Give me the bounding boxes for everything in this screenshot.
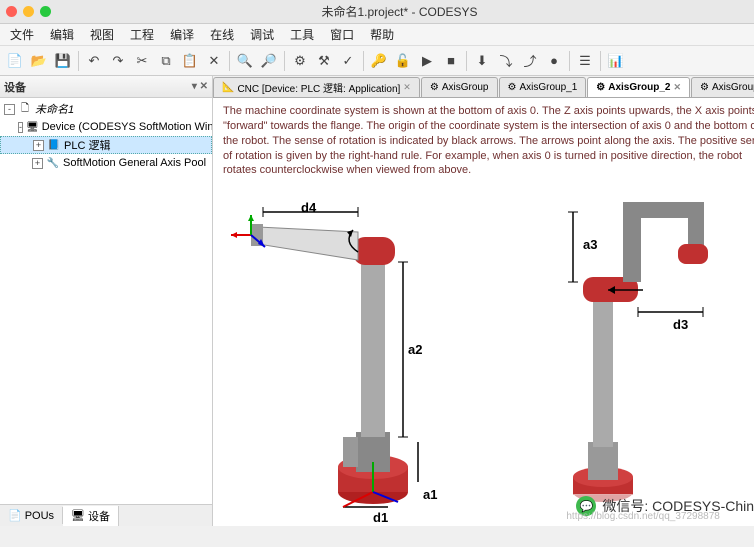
device-icon: 🖥	[26, 120, 39, 134]
clean-button[interactable]: ✓	[337, 50, 359, 72]
robot-diagram: d4 a2 d1 a1	[213, 182, 754, 526]
paste-button[interactable]: 📋	[179, 50, 201, 72]
menu-edit[interactable]: 编辑	[44, 24, 80, 45]
project-icon: 🗋	[18, 102, 32, 116]
close-icon[interactable]: ✕	[674, 82, 682, 93]
tab-pous[interactable]: 📄POUs	[0, 507, 63, 524]
axis-icon: 🔧	[46, 156, 60, 170]
menu-help[interactable]: 帮助	[364, 24, 400, 45]
sidebar-bottom-tabs: 📄POUs 🖥设备	[0, 504, 212, 526]
menu-view[interactable]: 视图	[84, 24, 120, 45]
content-area: 📐CNC [Device: PLC 逻辑: Application]✕ ⚙Axi…	[213, 76, 754, 526]
collapse-icon[interactable]: -	[18, 122, 23, 133]
devices-panel-header: 设备 ▾ ✕	[0, 76, 212, 98]
sidebar: 设备 ▾ ✕ - 🗋 未命名1 - 🖥 Device (CODESYS Soft…	[0, 76, 213, 526]
tab-axisgroup-3[interactable]: ⚙AxisGroup_3	[691, 77, 754, 97]
devices-panel-title: 设备	[4, 79, 26, 95]
watermark: https://blog.csdn.net/qq_37298878	[566, 511, 719, 522]
close-icon[interactable]	[6, 6, 17, 17]
menu-debug[interactable]: 调试	[244, 24, 280, 45]
login-button[interactable]: 🔑	[368, 50, 390, 72]
tab-cnc[interactable]: 📐CNC [Device: PLC 逻辑: Application]✕	[213, 77, 420, 97]
delete-button[interactable]: ✕	[203, 50, 225, 72]
save-button[interactable]: 💾	[52, 50, 74, 72]
label-d4: d4	[301, 200, 316, 215]
tree-plc-label: PLC 逻辑	[64, 137, 110, 153]
rebuild-button[interactable]: ⚒	[313, 50, 335, 72]
expand-icon[interactable]: +	[33, 140, 44, 151]
step-out-button[interactable]: ⤴	[519, 50, 541, 72]
titlebar: 未命名1.project* - CODESYS	[0, 0, 754, 24]
cut-button[interactable]: ✂	[131, 50, 153, 72]
new-button[interactable]: 📄	[4, 50, 26, 72]
menubar: 文件 编辑 视图 工程 编译 在线 调试 工具 窗口 帮助	[0, 24, 754, 46]
minimize-icon[interactable]	[23, 6, 34, 17]
tree-root-label: 未命名1	[35, 101, 74, 117]
plc-icon: 📘	[47, 138, 61, 152]
menu-window[interactable]: 窗口	[324, 24, 360, 45]
label-d1: d1	[373, 510, 388, 525]
tree-device[interactable]: - 🖥 Device (CODESYS SoftMotion Win V3)	[0, 118, 212, 136]
copy-button[interactable]: ⧉	[155, 50, 177, 72]
step-into-button[interactable]: ⬇	[471, 50, 493, 72]
label-a2: a2	[408, 342, 422, 357]
options-button[interactable]: ☰	[574, 50, 596, 72]
find-button[interactable]: 🔍	[234, 50, 256, 72]
label-d3: d3	[673, 317, 688, 332]
find-next-button[interactable]: 🔎	[258, 50, 280, 72]
tree-plc[interactable]: + 📘 PLC 逻辑	[0, 136, 212, 154]
menu-project[interactable]: 工程	[124, 24, 160, 45]
collapse-icon[interactable]: -	[4, 104, 15, 115]
start-button[interactable]: ▶	[416, 50, 438, 72]
tree-device-label: Device (CODESYS SoftMotion Win V3)	[42, 121, 212, 133]
menu-online[interactable]: 在线	[204, 24, 240, 45]
tab-devices[interactable]: 🖥设备	[63, 506, 119, 526]
tab-axisgroup[interactable]: ⚙AxisGroup	[421, 77, 498, 97]
step-over-button[interactable]: ⤵	[495, 50, 517, 72]
menu-compile[interactable]: 编译	[164, 24, 200, 45]
editor-tabs: 📐CNC [Device: PLC 逻辑: Application]✕ ⚙Axi…	[213, 76, 754, 98]
tree-axispool-label: SoftMotion General Axis Pool	[63, 157, 206, 169]
menu-tools[interactable]: 工具	[284, 24, 320, 45]
breakpoint-button[interactable]: ●	[543, 50, 565, 72]
device-tree[interactable]: - 🗋 未命名1 - 🖥 Device (CODESYS SoftMotion …	[0, 98, 212, 504]
menu-file[interactable]: 文件	[4, 24, 40, 45]
close-icon[interactable]: ✕	[403, 82, 411, 93]
robot-right-view	[503, 182, 743, 522]
maximize-icon[interactable]	[40, 6, 51, 17]
label-a1: a1	[423, 487, 437, 502]
label-a3: a3	[583, 237, 597, 252]
tree-root[interactable]: - 🗋 未命名1	[0, 100, 212, 118]
expand-icon[interactable]: +	[32, 158, 43, 169]
build-button[interactable]: ⚙	[289, 50, 311, 72]
tab-axisgroup-1[interactable]: ⚙AxisGroup_1	[499, 77, 587, 97]
undo-button[interactable]: ↶	[83, 50, 105, 72]
trace-button[interactable]: 📊	[605, 50, 627, 72]
stop-button[interactable]: ■	[440, 50, 462, 72]
window-controls	[6, 6, 51, 17]
robot-left-view	[223, 182, 483, 522]
tree-axispool[interactable]: + 🔧 SoftMotion General Axis Pool	[0, 154, 212, 172]
redo-button[interactable]: ↷	[107, 50, 129, 72]
panel-dropdown-icon[interactable]: ▾ ✕	[192, 81, 208, 92]
logout-button[interactable]: 🔓	[392, 50, 414, 72]
window-title: 未命名1.project* - CODESYS	[51, 3, 748, 20]
open-button[interactable]: 📂	[28, 50, 50, 72]
tab-axisgroup-2[interactable]: ⚙AxisGroup_2✕	[587, 77, 690, 97]
toolbar: 📄 📂 💾 ↶ ↷ ✂ ⧉ 📋 ✕ 🔍 🔎 ⚙ ⚒ ✓ 🔑 🔓 ▶ ■ ⬇ ⤵ …	[0, 46, 754, 76]
description-text: The machine coordinate system is shown a…	[213, 98, 754, 182]
